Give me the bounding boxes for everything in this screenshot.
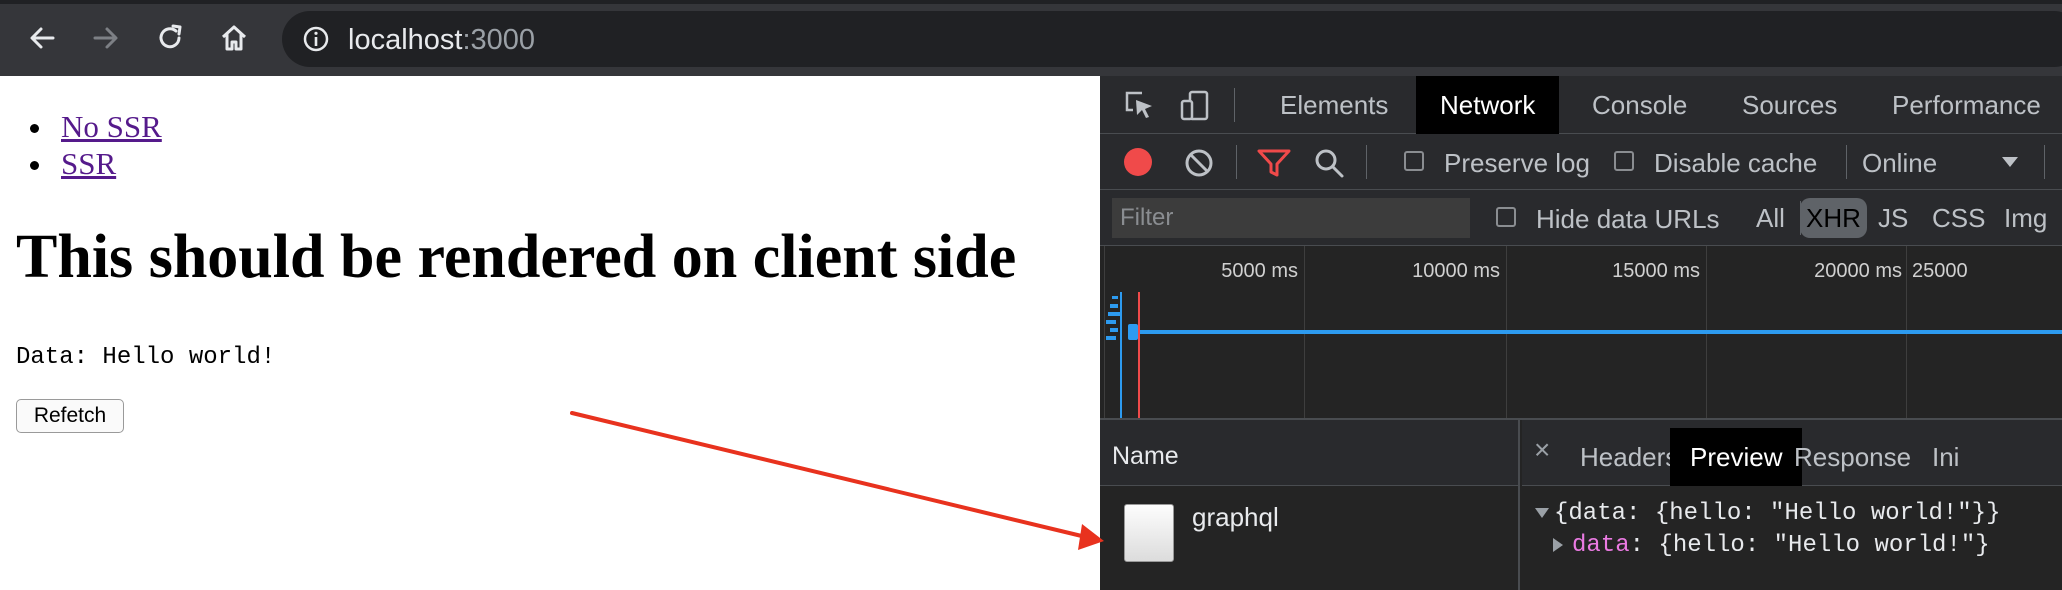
record-button[interactable] [1120,144,1156,180]
close-icon[interactable]: × [1534,434,1550,466]
tab-performance[interactable]: Performance [1868,76,2062,134]
browser-toolbar: localhost:3000 [0,0,2062,76]
filter-toggle-button[interactable] [1256,146,1292,180]
refetch-button[interactable]: Refetch [16,399,124,433]
timeline-waterfall [1106,292,2062,418]
nav-list: No SSR SSR [55,108,162,182]
devtools-panel: Elements Network Console Sources Perform… [1100,76,2062,590]
arrow-right-icon [93,27,118,49]
data-text: Data: Hello world! [16,344,276,371]
waterfall-bar [1128,324,1138,340]
separator [1234,88,1235,122]
hide-data-urls-checkbox[interactable] [1496,207,1516,227]
preview-key: data [1572,532,1630,559]
preview-summary: {data: {hello: "Hello world!"}} [1554,500,2001,527]
file-icon [1124,504,1174,562]
load-event-line [1138,292,1140,418]
separator [2044,145,2045,179]
reload-icon [159,24,182,49]
record-icon [1124,148,1152,176]
search-icon [1315,149,1344,178]
tab-elements[interactable]: Elements [1256,76,1412,134]
reload-button[interactable] [152,20,188,56]
clear-button[interactable] [1182,146,1216,180]
info-icon[interactable] [302,25,330,53]
tab-response[interactable]: Response [1774,428,1931,486]
no-ssr-link[interactable]: No SSR [61,109,162,144]
arrow-left-icon [30,27,55,49]
collapsed-triangle-icon[interactable] [1552,537,1564,553]
preserve-log-checkbox[interactable] [1404,151,1424,171]
list-item: No SSR [55,108,162,145]
tab-network[interactable]: Network [1416,76,1560,134]
tab-initiator[interactable]: Ini [1912,428,1979,486]
name-column-header[interactable]: Name [1100,420,1518,486]
tab-console[interactable]: Console [1568,76,1711,134]
device-toolbar-icon[interactable] [1176,86,1214,124]
type-filter-js[interactable]: JS [1872,198,1914,238]
waterfall-bar [1140,330,2062,334]
devtools-tab-bar: Elements Network Console Sources Perform… [1100,76,2062,134]
waterfall-bar [1110,304,1118,308]
separator [1366,145,1367,179]
url-port: :3000 [462,24,536,56]
type-filter-all[interactable]: All [1750,198,1791,238]
separator [1846,145,1847,179]
url-text: localhost:3000 [348,24,535,57]
clear-icon [1185,149,1213,177]
network-toolbar: Preserve log Disable cache Online [1100,134,2062,190]
dropdown-arrow-icon[interactable] [2000,152,2020,172]
type-filter-img[interactable]: Img [1998,198,2053,238]
details-tab-bar: × Headers Preview Response Ini [1522,420,2062,486]
ssr-link[interactable]: SSR [61,146,116,181]
preview-root-row[interactable]: {data: {hello: "Hello world!"}} [1534,500,2000,527]
page-title: This should be rendered on client side [16,223,1017,291]
list-item: SSR [55,145,162,182]
forward-button[interactable] [88,20,124,56]
waterfall-bar [1110,328,1118,332]
filter-input[interactable] [1112,198,1470,238]
dom-content-loaded-line [1120,292,1122,418]
back-button[interactable] [24,20,60,56]
waterfall-bar [1112,296,1118,299]
separator [1236,145,1237,179]
tab-sources[interactable]: Sources [1718,76,1861,134]
waterfall-bar [1106,320,1116,324]
request-list: Name graphql [1100,420,1520,590]
throttling-select[interactable]: Online [1862,148,1937,179]
table-row[interactable]: graphql [1100,486,1518,590]
home-icon [221,25,247,51]
type-filter-xhr[interactable]: XHR [1800,198,1867,238]
type-filter-css[interactable]: CSS [1926,198,1991,238]
preview-value: : {hello: "Hello world!"} [1629,532,1990,559]
network-timeline[interactable]: 5000 ms 10000 ms 15000 ms 20000 ms 25000 [1100,246,2062,420]
search-button[interactable] [1312,146,1346,180]
home-button[interactable] [216,20,252,56]
waterfall-bar [1106,336,1116,340]
preview-data-row[interactable]: data: {hello: "Hello world!"} [1552,532,1990,559]
expanded-triangle-icon[interactable] [1534,507,1550,519]
waterfall-bar [1108,312,1120,316]
request-name: graphql [1192,502,1279,532]
address-bar[interactable]: localhost:3000 [282,11,2062,67]
preserve-log-label[interactable]: Preserve log [1444,148,1590,179]
filter-bar: Hide data URLs All XHR JS CSS Img [1100,190,2062,246]
disable-cache-checkbox[interactable] [1614,151,1634,171]
name-column-label: Name [1112,442,1179,470]
page-content: No SSR SSR This should be rendered on cl… [0,76,1100,590]
url-host: localhost [348,24,463,56]
hide-data-urls-label[interactable]: Hide data URLs [1536,204,1720,235]
tab-strip-edge [0,0,2062,4]
filter-icon [1257,149,1291,177]
inspect-element-icon[interactable] [1120,86,1158,124]
disable-cache-label[interactable]: Disable cache [1654,148,1817,179]
request-details: × Headers Preview Response Ini {data: {h… [1522,420,2062,590]
